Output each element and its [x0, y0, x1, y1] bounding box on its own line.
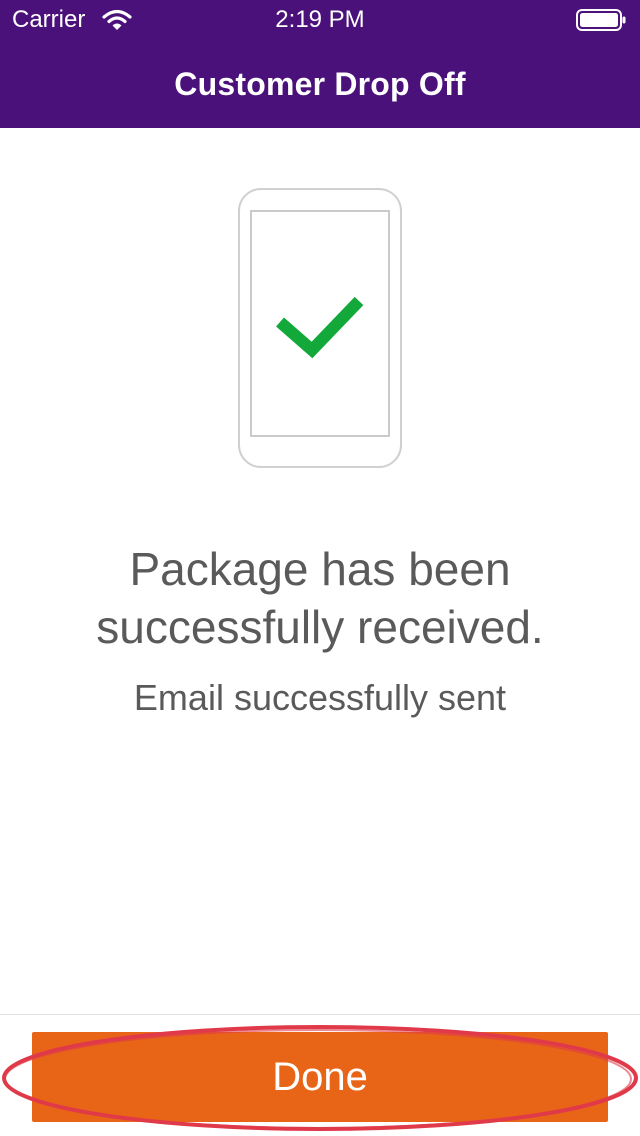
bottom-divider: [0, 1014, 640, 1015]
top-bar: Carrier 2:19 PM Customer Drop Off: [0, 0, 640, 128]
email-status-message: Email successfully sent: [133, 677, 507, 718]
status-time: 2:19 PM: [275, 6, 365, 33]
success-message: Package has been successfully received.: [96, 543, 544, 653]
phone-with-checkmark-icon: [238, 188, 402, 468]
battery-icon: [576, 9, 626, 31]
done-button[interactable]: Done: [32, 1032, 608, 1122]
page-title: Customer Drop Off: [174, 66, 466, 102]
